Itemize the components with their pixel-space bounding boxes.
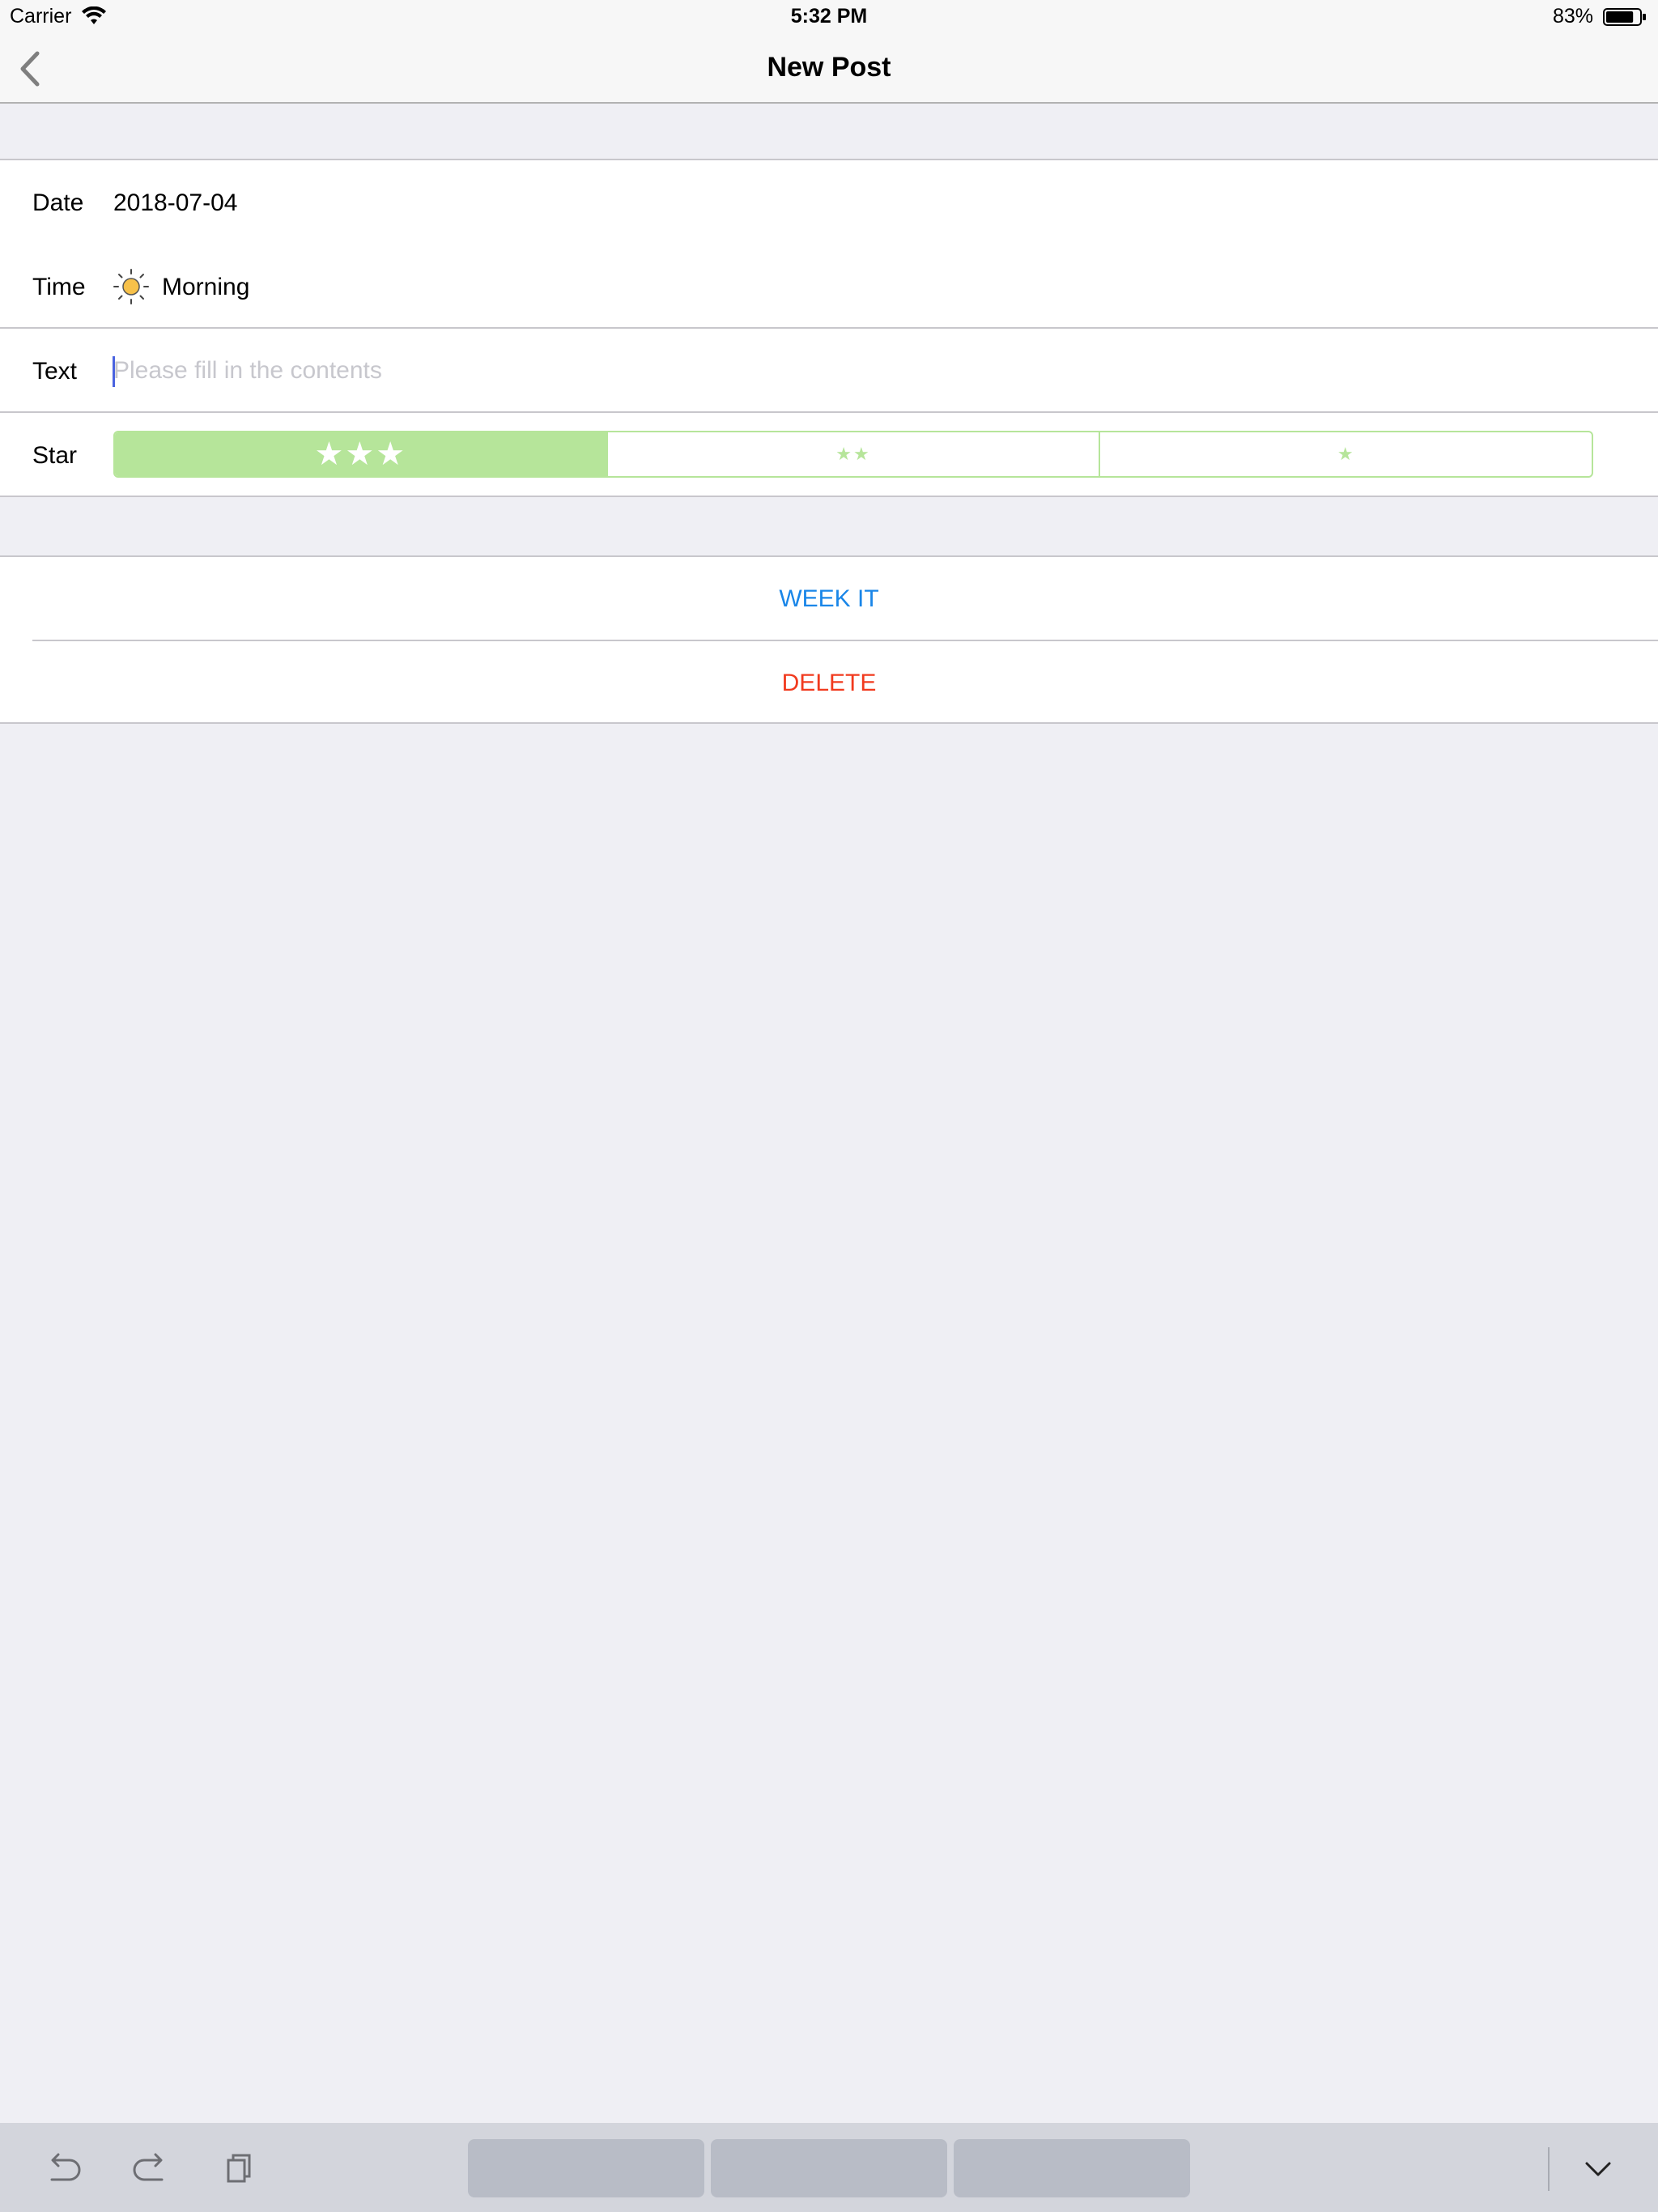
time-value[interactable]: Morning bbox=[162, 274, 249, 301]
text-row[interactable]: Text bbox=[0, 329, 1658, 413]
star-row: Star ★★★ ★★ ★ bbox=[0, 413, 1658, 497]
star-rating-control: ★★★ ★★ ★ bbox=[113, 431, 1593, 478]
undo-icon[interactable] bbox=[42, 2147, 84, 2189]
text-label: Text bbox=[32, 358, 78, 385]
delete-button[interactable]: DELETE bbox=[0, 641, 1658, 725]
text-cursor bbox=[113, 356, 115, 387]
date-label: Date bbox=[32, 189, 84, 216]
star-label: Star bbox=[32, 442, 78, 469]
time-label: Time bbox=[32, 274, 86, 300]
date-value[interactable]: 2018-07-04 bbox=[113, 189, 237, 217]
time-row[interactable]: Time Morning bbox=[0, 245, 1658, 329]
battery-percent: 83% bbox=[1552, 5, 1593, 28]
suggestion-slot[interactable] bbox=[954, 2139, 1190, 2197]
suggestion-slot[interactable] bbox=[711, 2139, 947, 2197]
sun-icon bbox=[113, 269, 149, 304]
suggestion-slot[interactable] bbox=[468, 2139, 704, 2197]
divider bbox=[1548, 2147, 1550, 2191]
redo-icon[interactable] bbox=[130, 2147, 172, 2189]
status-bar: Carrier 5:32 PM 83% bbox=[0, 0, 1658, 32]
star-option-1[interactable]: ★ bbox=[1099, 432, 1592, 476]
date-row[interactable]: Date 2018-07-04 bbox=[0, 160, 1658, 245]
contents-input[interactable] bbox=[113, 353, 1619, 389]
page-title: New Post bbox=[767, 52, 891, 83]
battery-icon bbox=[1603, 8, 1646, 26]
keyboard-dismiss-icon[interactable] bbox=[1577, 2147, 1619, 2189]
paste-icon[interactable] bbox=[217, 2147, 259, 2189]
post-form: Date 2018-07-04 Time Morning Text Star bbox=[0, 159, 1658, 497]
navigation-bar: New Post bbox=[0, 32, 1658, 104]
clock: 5:32 PM bbox=[790, 5, 868, 28]
week-it-button[interactable]: WEEK IT bbox=[0, 557, 1658, 641]
star-option-2[interactable]: ★★ bbox=[606, 432, 1099, 476]
actions-section: WEEK IT DELETE bbox=[0, 555, 1658, 724]
keyboard-shortcut-bar bbox=[0, 2123, 1658, 2212]
star-option-3[interactable]: ★★★ bbox=[115, 432, 606, 476]
